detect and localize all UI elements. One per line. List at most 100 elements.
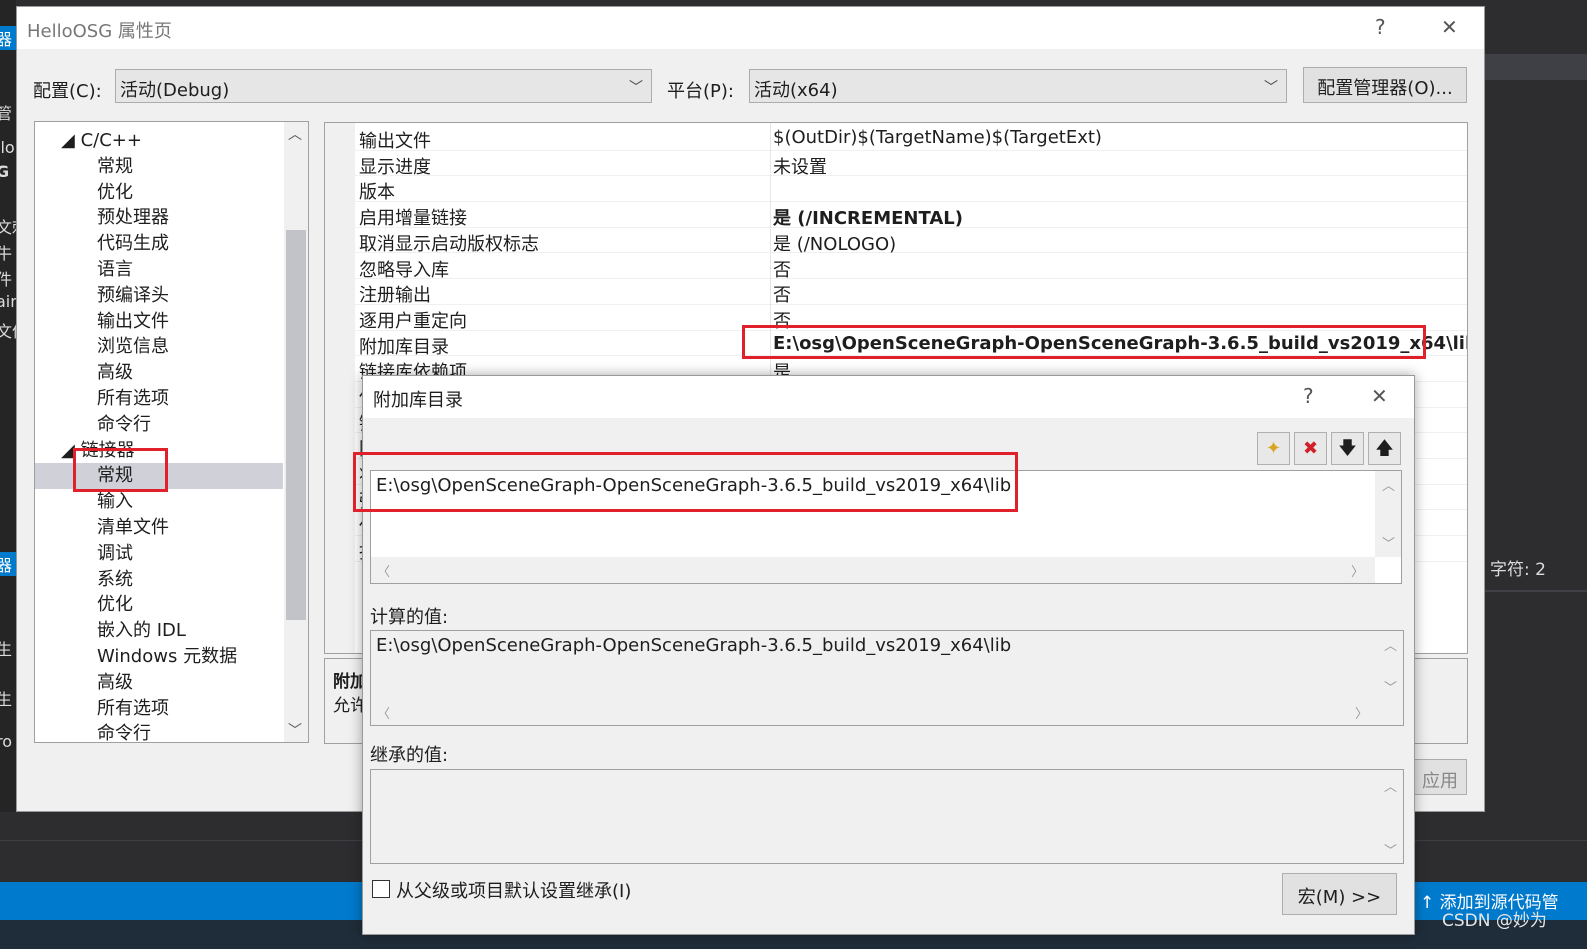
tree-item[interactable]: 调试 [35, 541, 283, 567]
move-down-button[interactable]: 🡇 [1331, 432, 1364, 465]
scroll-thumb[interactable] [286, 230, 306, 620]
close-button[interactable]: ✕ [1371, 384, 1388, 408]
tree-item[interactable]: 预处理器 [35, 205, 283, 231]
property-value[interactable]: 是 (/INCREMENTAL) [773, 204, 963, 230]
scroll-left-icon[interactable]: 〈 [377, 561, 390, 580]
property-name: 取消显示启动版权标志 [359, 233, 539, 255]
chevron-down-icon: ﹀ [629, 80, 643, 96]
scroll-down-icon[interactable]: ﹀ [1384, 840, 1397, 859]
tree-item[interactable]: ◢ C/C++ [35, 128, 283, 154]
tree-item[interactable]: 代码生成 [35, 231, 283, 257]
list-vscroll[interactable]: ︿ ﹀ [1375, 471, 1401, 557]
tree-item-label: ◢ C/C++ [61, 130, 142, 151]
delete-line-button[interactable]: ✖ [1294, 432, 1327, 465]
scroll-right-icon[interactable]: 〉 [1351, 561, 1364, 580]
property-value[interactable]: 是 (/NOLOGO) [773, 230, 896, 256]
property-value[interactable]: 否 [773, 256, 791, 282]
scroll-up-icon[interactable]: ︿ [1382, 475, 1395, 494]
highlight-box [353, 452, 1018, 512]
tree-item[interactable]: 嵌入的 IDL [35, 618, 283, 644]
scroll-down-icon[interactable]: ﹀ [1382, 533, 1395, 552]
tree-item[interactable]: 系统 [35, 567, 283, 593]
property-row[interactable]: 注册输出 否 [355, 279, 1467, 307]
ide-fragment: ro [0, 732, 13, 751]
delete-icon: ✖ [1302, 438, 1319, 459]
tree-item-label: 优化 [97, 181, 133, 203]
tree-item-label: 代码生成 [97, 233, 169, 255]
tree-item[interactable]: 输出文件 [35, 309, 283, 335]
property-value[interactable]: $(OutDir)$(TargetName)$(TargetExt) [773, 127, 1102, 148]
ide-left-edge: 器 管 llo G 文刺 牛 件 ain 文件 器 生 生 ro : [0, 0, 16, 949]
tree-item-label: 命令行 [97, 413, 151, 435]
dialog-titlebar: HelloOSG 属性页 ? ✕ [17, 7, 1484, 49]
tree-item-label: 输出文件 [97, 310, 169, 332]
char-count-status: 字符: 2 [1490, 560, 1546, 580]
scroll-up-icon[interactable]: ︿ [1384, 776, 1397, 795]
tree-item-label: 命令行 [97, 723, 151, 743]
list-hscroll[interactable]: 〈 〉 [371, 557, 1375, 583]
tree-item[interactable]: 所有选项 [35, 696, 283, 722]
property-row[interactable]: 版本 [355, 176, 1467, 203]
computed-hscroll[interactable]: 〈 〉 [371, 699, 1377, 725]
category-tree[interactable]: ◢ C/C++ 常规 优化 预处理器 代码生成 语言 预编译头 输出文件 浏览信息 高级 所有选项命… [34, 121, 309, 743]
scroll-right-icon[interactable]: 〉 [1355, 703, 1368, 722]
computed-value-box: E:\osg\OpenSceneGraph-OpenSceneGraph-3.6… [370, 630, 1404, 726]
tree-item[interactable]: 命令行 [35, 721, 283, 743]
new-line-button[interactable]: ✦ [1257, 432, 1290, 465]
config-combo[interactable]: 活动(Debug) ﹀ [115, 69, 652, 103]
property-name: 逐用户重定向 [359, 310, 467, 332]
close-button[interactable]: ✕ [1441, 15, 1458, 39]
scroll-down-icon[interactable]: ﹀ [1384, 677, 1397, 696]
property-row[interactable]: 启用增量链接 是 (/INCREMENTAL) [355, 202, 1467, 230]
tree-item[interactable]: 优化 [35, 592, 283, 618]
platform-combo[interactable]: 活动(x64) ﹀ [749, 69, 1287, 103]
tree-item[interactable]: 高级 [35, 670, 283, 696]
tree-item[interactable]: 所有选项 [35, 386, 283, 412]
property-row[interactable]: 输出文件 $(OutDir)$(TargetName)$(TargetExt) [355, 125, 1467, 152]
property-row[interactable]: 显示进度 未设置 [355, 151, 1467, 179]
macros-button[interactable]: 宏(M) >> [1282, 873, 1397, 915]
tree-item[interactable]: 预编译头 [35, 283, 283, 309]
tree-item[interactable]: 语言 [35, 257, 283, 283]
help-button[interactable]: ? [1375, 15, 1386, 39]
inherit-checkbox-label[interactable]: 从父级或项目默认设置继承(I) [396, 877, 631, 903]
chevron-down-icon: ﹀ [1264, 80, 1278, 96]
ide-fragment: 生 [0, 690, 13, 709]
inherit-checkbox[interactable] [372, 880, 390, 898]
tree-item[interactable]: 浏览信息 [35, 334, 283, 360]
tree-item-label: 预编译头 [97, 284, 169, 306]
tree-item[interactable]: 输入 [35, 489, 283, 515]
tree-item-label: 预处理器 [97, 207, 169, 229]
scroll-up-icon[interactable]: ︿ [288, 124, 302, 144]
tree-item[interactable]: 命令行 [35, 412, 283, 438]
property-row[interactable]: 取消显示启动版权标志 是 (/NOLOGO) [355, 228, 1467, 256]
sub-dialog-titlebar: 附加库目录 ? ✕ [363, 376, 1414, 418]
tree-item[interactable]: 常规 [35, 154, 283, 180]
property-value[interactable]: 未设置 [773, 153, 827, 179]
ide-fragment: llo [0, 138, 15, 157]
scroll-up-icon[interactable]: ︿ [1384, 635, 1397, 654]
property-row[interactable]: 忽略导入库 否 [355, 254, 1467, 282]
config-manager-button[interactable]: 配置管理器(O)... [1303, 67, 1467, 103]
scroll-down-icon[interactable]: ﹀ [288, 720, 302, 740]
tree-item[interactable]: 优化 [35, 180, 283, 206]
tree-item[interactable]: 清单文件 [35, 515, 283, 541]
tree-item[interactable]: Windows 元数据 [35, 644, 283, 670]
tree-item[interactable]: 高级 [35, 360, 283, 386]
computed-vscroll[interactable]: ︿ ﹀ [1377, 631, 1403, 699]
move-down-icon: 🡇 [1338, 438, 1357, 459]
help-button[interactable]: ? [1303, 384, 1314, 408]
scroll-left-icon[interactable]: 〈 [377, 703, 390, 722]
property-name: 启用增量链接 [359, 208, 467, 230]
tree-scrollbar[interactable]: ︿ ﹀ [284, 122, 308, 742]
property-value[interactable]: 否 [773, 281, 791, 307]
inherited-vscroll[interactable]: ︿ ﹀ [1377, 770, 1403, 863]
move-up-button[interactable]: 🡅 [1368, 432, 1401, 465]
sub-dialog-title: 附加库目录 [373, 390, 463, 411]
tree-item-label: 优化 [97, 594, 133, 616]
property-name: 输出文件 [359, 131, 431, 152]
property-name: 显示进度 [359, 156, 431, 178]
ide-fragment: 管 [0, 104, 13, 123]
tree-item-label: 清单文件 [97, 517, 169, 538]
ide-fragment: 文刺 [0, 218, 16, 237]
